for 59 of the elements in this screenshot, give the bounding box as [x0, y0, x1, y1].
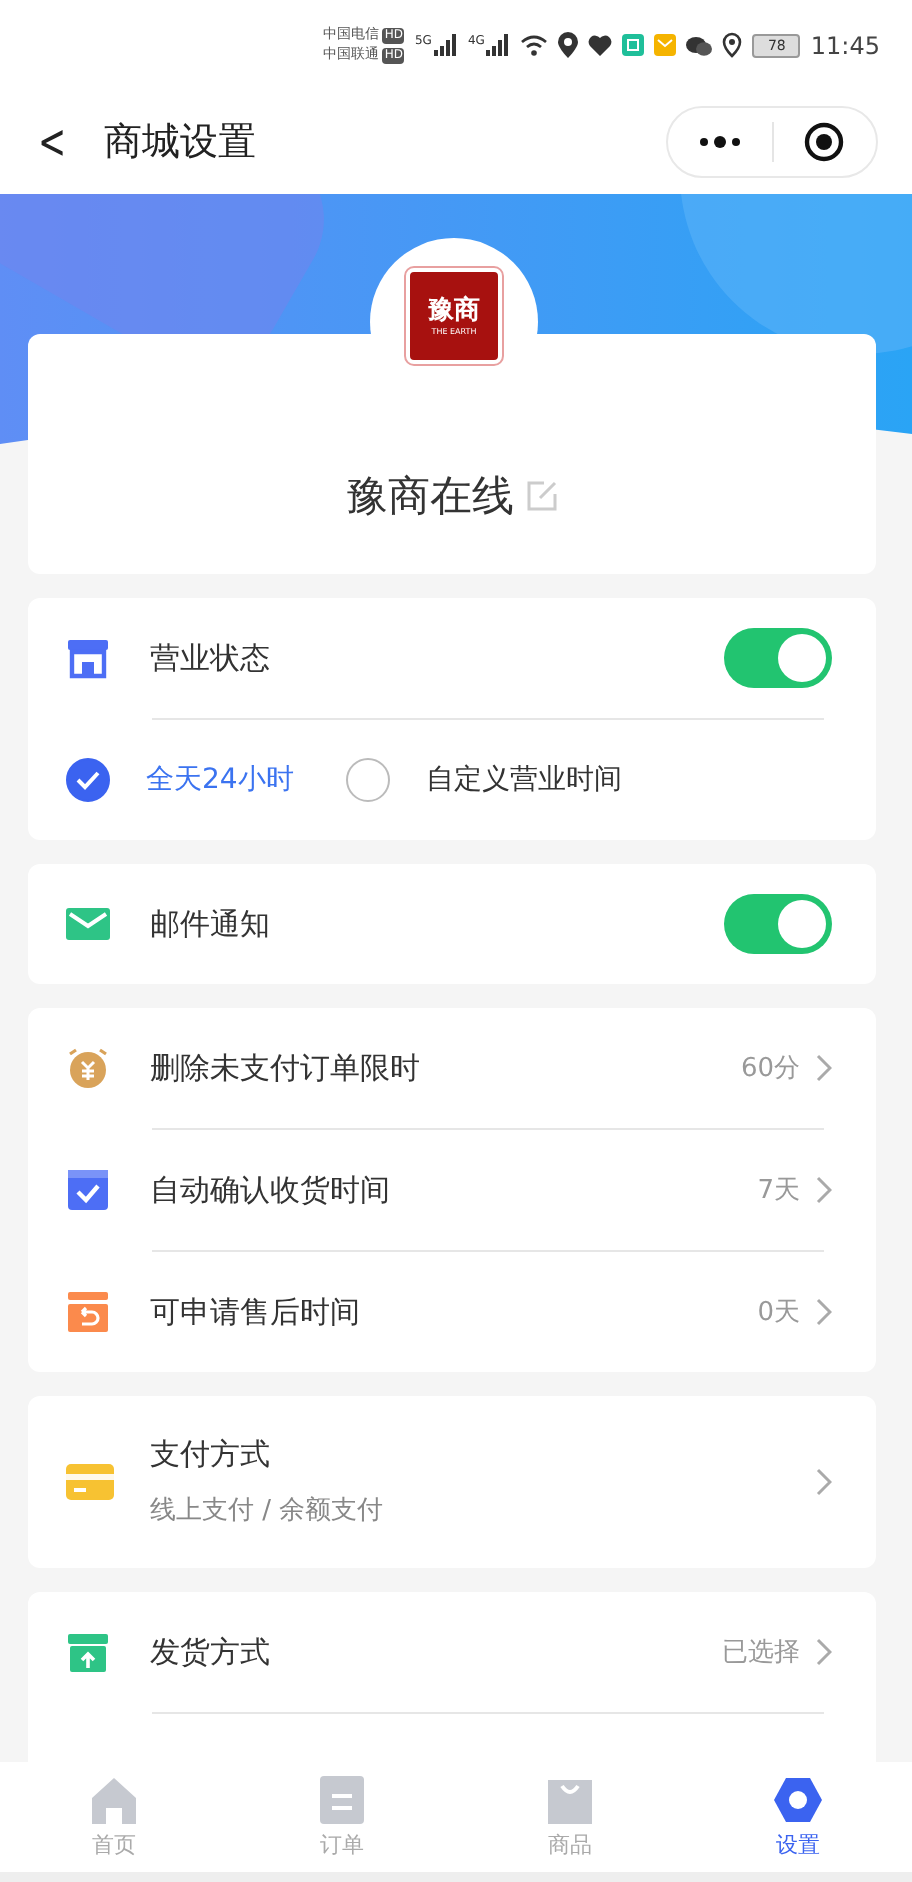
radio-option[interactable]: 全天24小时 — [66, 758, 294, 802]
settings-icon — [772, 1775, 824, 1823]
mail-icon — [66, 902, 114, 946]
home-icon — [88, 1775, 140, 1823]
settings-row[interactable]: 支付方式 线上支付 / 余额支付 — [28, 1396, 876, 1568]
settings-row[interactable]: 删除未支付订单限时 60分 — [28, 1008, 876, 1128]
radio-option[interactable]: 自定义营业时间 — [345, 758, 622, 802]
signal-icon — [486, 34, 511, 56]
chevron-icon — [816, 1638, 832, 1666]
row-label: 邮件通知 — [150, 905, 272, 943]
checkbox-icon — [66, 1168, 114, 1212]
settings-row[interactable]: 自动确认收货时间 7天 — [28, 1130, 876, 1250]
toggle-switch[interactable] — [724, 628, 832, 688]
clock-time: 11:45 — [810, 31, 880, 59]
row-value: 已选择 — [722, 1636, 800, 1670]
row-label: 自动确认收货时间 — [150, 1171, 392, 1209]
mail-app-icon — [654, 34, 677, 56]
toggle-switch[interactable] — [724, 894, 832, 954]
chevron-icon — [816, 1468, 832, 1496]
bag-icon — [544, 1775, 596, 1823]
chevron-icon — [816, 1176, 832, 1204]
option-label: 全天24小时 — [146, 762, 294, 798]
check-icon — [76, 770, 100, 790]
chevron-icon — [816, 1054, 832, 1082]
logo-text: 豫商 — [428, 296, 480, 326]
row-label: 删除未支付订单限时 — [150, 1049, 422, 1087]
box-icon — [66, 1630, 114, 1674]
store-name: 豫商在线 — [346, 470, 514, 524]
settings-row[interactable]: 可申请售后时间 0天 — [28, 1252, 876, 1372]
more-icon — [697, 136, 742, 148]
option-label: 自定义营业时间 — [425, 762, 622, 798]
back-button[interactable]: < — [35, 114, 69, 170]
return-icon — [66, 1290, 114, 1334]
row-label: 发货方式 — [150, 1633, 272, 1671]
row-label: 营业状态 — [150, 639, 272, 677]
document-icon — [316, 1775, 368, 1823]
tab-item[interactable]: 设置 — [684, 1762, 912, 1872]
shop-icon — [66, 636, 114, 680]
chat-icon — [686, 35, 713, 55]
target-icon — [804, 122, 845, 162]
page-title: 商城设置 — [104, 118, 258, 168]
heart-icon — [588, 34, 613, 56]
app-icon — [622, 34, 645, 56]
row-subtitle: 线上支付 / 余额支付 — [150, 1494, 386, 1528]
row-label: 支付方式 — [150, 1436, 272, 1474]
location-pin-icon — [558, 32, 579, 58]
edit-icon — [526, 480, 558, 512]
wifi-icon — [520, 34, 549, 56]
row-value: 60分 — [740, 1052, 800, 1086]
signal-icon — [433, 34, 458, 56]
card-icon — [66, 1460, 114, 1504]
settings-row[interactable]: 发货方式 已选择 — [28, 1592, 876, 1712]
row-value: 0天 — [757, 1296, 800, 1330]
radio-button[interactable] — [66, 758, 110, 802]
row-label: 可申请售后时间 — [150, 1293, 362, 1331]
row-value: 7天 — [757, 1174, 800, 1208]
location-outline-icon — [722, 32, 743, 58]
chevron-icon — [816, 1298, 832, 1326]
radio-button[interactable] — [345, 758, 390, 802]
